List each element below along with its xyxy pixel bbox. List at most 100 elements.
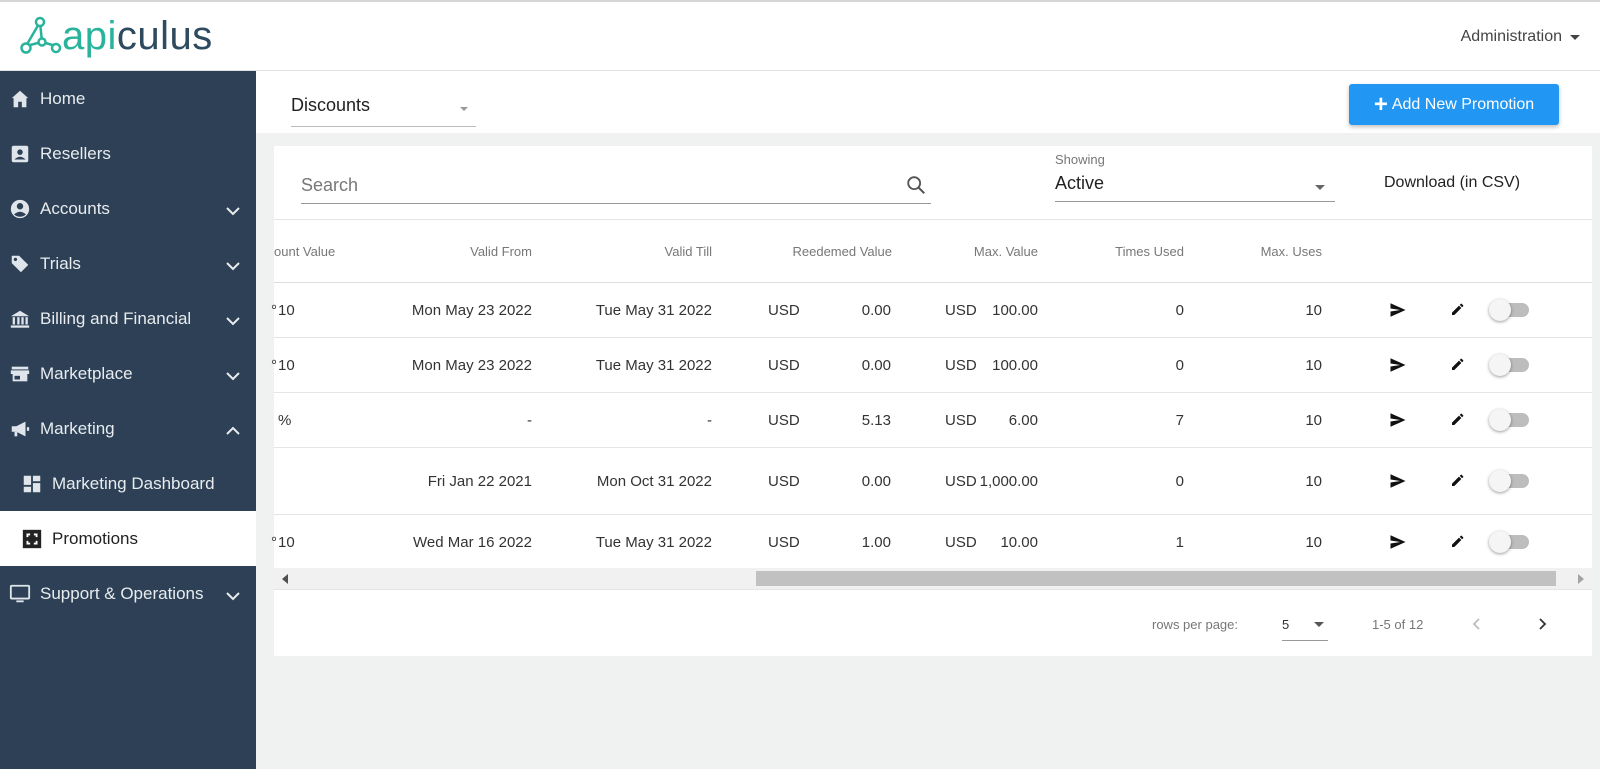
column-valid-till[interactable]: Valid Till [604,244,712,259]
discount-value: % [278,412,292,429]
discount-value: 10 [278,302,295,319]
monitor-icon [8,582,32,606]
column-discount-value[interactable]: ount Value [274,244,335,259]
times-used: 1 [1175,534,1184,551]
column-reedemed-value[interactable]: Reedemed Value [754,244,893,259]
next-page-button[interactable] [1531,613,1553,635]
table-row: ° 10 Wed Mar 16 2022 Tue May 31 2022 USD 1.00… [271,515,1592,570]
toggle-knob [1489,299,1511,321]
chevron-down-icon[interactable] [226,256,240,276]
edit-pencil-icon[interactable] [1450,356,1466,377]
chevron-down-icon[interactable] [226,311,240,331]
sidebar-item-home[interactable]: Home [0,71,256,126]
column-max-value[interactable]: Max. Value [934,244,1038,259]
max-uses: 10 [1305,534,1322,551]
max-uses: 10 [1305,357,1322,374]
valid-till: Mon Oct 31 2022 [596,473,712,490]
sidebar-item-label: Marketing [40,418,115,438]
chevron-down-icon[interactable] [226,201,240,221]
send-icon[interactable] [1389,472,1407,495]
scroll-right-arrow-icon[interactable] [1578,574,1584,584]
sidebar-item-marketplace[interactable]: Marketplace [0,346,256,401]
max-uses: 10 [1305,302,1322,319]
edit-pencil-icon[interactable] [1450,301,1466,322]
active-toggle[interactable] [1489,299,1529,321]
logo-text: apiculus [62,16,213,56]
sidebar-item-marketing-dashboard[interactable]: Marketing Dashboard [0,456,256,511]
send-icon[interactable] [1389,301,1407,324]
max-value: 10.00 [1000,534,1038,551]
showing-select[interactable]: Showing Active [1055,152,1335,202]
account-circle-icon [8,197,32,221]
column-max-uses[interactable]: Max. Uses [1224,244,1322,259]
redeemed-value: 5.13 [861,412,891,429]
search-icon[interactable] [905,174,927,196]
sidebar: Home Resellers Accounts Trials Billing and F… [0,71,256,769]
sidebar-item-label: Resellers [40,143,111,163]
apiculus-logo[interactable]: apiculus [18,16,213,56]
valid-from: - [527,412,532,429]
sidebar-item-resellers[interactable]: Resellers [0,126,256,181]
active-toggle[interactable] [1489,470,1529,492]
logo-text-api: api [62,14,117,58]
active-toggle[interactable] [1489,531,1529,553]
valid-from: Fri Jan 22 2021 [427,473,532,490]
add-new-promotion-button[interactable]: + Add New Promotion [1349,84,1559,125]
discount-value: 10 [278,357,295,374]
sidebar-item-label: Marketplace [40,363,133,383]
valid-till: Tue May 31 2022 [595,357,712,374]
chevron-down-icon[interactable] [226,366,240,386]
page-range: 1-5 of 12 [1372,617,1424,632]
valid-from: Mon May 23 2022 [411,302,532,319]
edit-pencil-icon[interactable] [1450,472,1466,493]
toggle-knob [1489,409,1511,431]
max-value: 6.00 [1008,412,1038,429]
horizontal-scrollbar[interactable] [274,568,1592,590]
sidebar-item-trials[interactable]: Trials [0,236,256,291]
sidebar-item-accounts[interactable]: Accounts [0,181,256,236]
search-field[interactable] [301,168,931,204]
scroll-left-arrow-icon[interactable] [282,574,288,584]
store-icon [8,362,32,386]
column-valid-from[interactable]: Valid From [424,244,532,259]
max-value: 100.00 [992,357,1038,374]
download-csv-button[interactable]: Download (in CSV) [1384,174,1520,192]
send-icon[interactable] [1389,356,1407,379]
active-toggle[interactable] [1489,354,1529,376]
times-used: 0 [1175,473,1184,490]
send-icon[interactable] [1389,533,1407,556]
sidebar-item-marketing[interactable]: Marketing [0,401,256,456]
sidebar-item-billing-and-financial[interactable]: Billing and Financial [0,291,256,346]
administration-menu[interactable]: Administration [1461,28,1580,46]
table-row: ° 10 Mon May 23 2022 Tue May 31 2022 USD 0.00… [271,338,1592,393]
showing-value: Active [1055,173,1105,193]
bank-icon [8,307,32,331]
sidebar-item-support-operations[interactable]: Support & Operations [0,566,256,621]
sidebar-item-label: Trials [40,253,81,273]
table-row: Fri Jan 22 2021 Mon Oct 31 2022 USD 0.00 USD… [274,448,1592,515]
chevron-down-icon[interactable] [226,586,240,606]
edit-pencil-icon[interactable] [1450,533,1466,554]
toggle-knob [1489,470,1511,492]
redeemed-value: 0.00 [861,302,891,319]
promotion-type-select[interactable]: Discounts [291,85,476,127]
column-times-used[interactable]: Times Used [1074,244,1184,259]
rows-per-page-select[interactable]: 5 [1282,607,1328,641]
sidebar-item-label: Billing and Financial [40,308,192,328]
edit-pencil-icon[interactable] [1450,411,1466,432]
rows-per-page-label: rows per page: [1152,617,1238,632]
valid-from: Wed Mar 16 2022 [413,534,532,551]
chevron-up-icon[interactable] [226,421,240,441]
search-input[interactable] [301,168,881,202]
previous-page-button[interactable] [1466,613,1488,635]
times-used: 7 [1175,412,1184,429]
send-icon[interactable] [1389,411,1407,434]
table-row: ° 10 Mon May 23 2022 Tue May 31 2022 USD 0.00… [271,283,1592,338]
sidebar-item-promotions[interactable]: Promotions [0,511,256,566]
scrollbar-thumb[interactable] [756,571,1556,586]
caret-down-icon [460,107,468,111]
active-toggle[interactable] [1489,409,1529,431]
promotions-icon [20,527,44,551]
chevron-right-icon [1539,618,1547,630]
sidebar-item-label: Marketing Dashboard [52,473,215,493]
